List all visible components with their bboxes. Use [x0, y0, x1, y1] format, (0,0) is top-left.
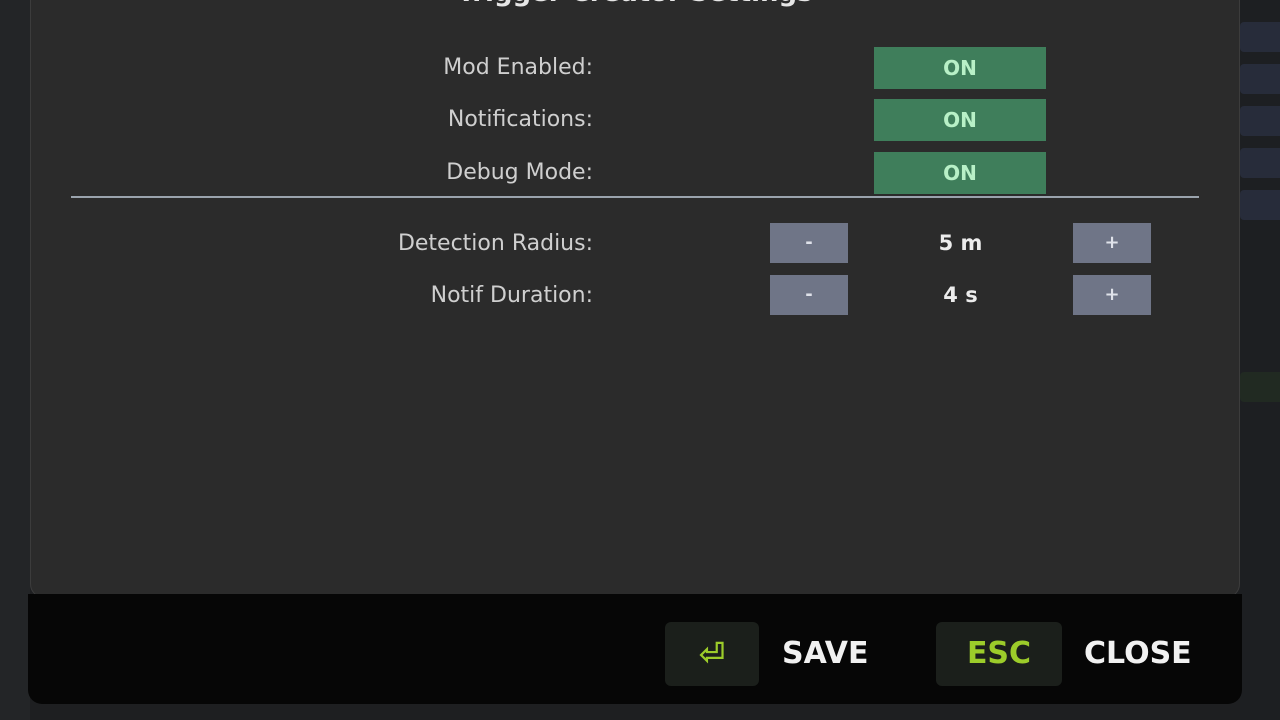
background-list-item	[1240, 22, 1280, 52]
save-button[interactable]: SAVE	[782, 622, 869, 686]
detection-radius-increase-button[interactable]: +	[1073, 223, 1151, 263]
esc-key-badge[interactable]: ESC	[936, 622, 1062, 686]
modal-title: Trigger Creator Settings	[31, 0, 1239, 13]
setting-label: Mod Enabled:	[443, 55, 593, 80]
setting-row-notif-duration: Notif Duration: - 4 s +	[31, 275, 1241, 317]
close-button[interactable]: CLOSE	[1084, 622, 1192, 686]
setting-row-detection-radius: Detection Radius: - 5 m +	[31, 223, 1241, 265]
notif-duration-value: 4 s	[943, 283, 978, 307]
mod-enabled-toggle[interactable]: ON	[874, 47, 1046, 89]
background-list-item	[1240, 190, 1280, 220]
setting-row-debug-mode: Debug Mode: ON	[31, 152, 1241, 194]
notif-duration-decrease-button[interactable]: -	[770, 275, 848, 315]
setting-row-mod-enabled: Mod Enabled: ON	[31, 47, 1241, 89]
debug-mode-toggle[interactable]: ON	[874, 152, 1046, 194]
enter-key-icon[interactable]: ⏎	[665, 622, 759, 686]
notifications-toggle[interactable]: ON	[874, 99, 1046, 141]
setting-label: Debug Mode:	[446, 160, 593, 185]
background-app-left	[0, 0, 30, 720]
background-list-item	[1240, 64, 1280, 94]
background-list-item	[1240, 372, 1280, 402]
background-list-item	[1240, 106, 1280, 136]
setting-label: Notif Duration:	[430, 283, 593, 308]
section-divider	[71, 196, 1199, 198]
background-list-item	[1240, 148, 1280, 178]
notif-duration-increase-button[interactable]: +	[1073, 275, 1151, 315]
background-app-right	[1240, 0, 1280, 720]
settings-modal: Trigger Creator Settings Mod Enabled: ON…	[30, 0, 1240, 598]
detection-radius-value: 5 m	[938, 231, 983, 255]
modal-footer: ⏎ SAVE ESC CLOSE	[28, 594, 1242, 704]
setting-row-notifications: Notifications: ON	[31, 99, 1241, 141]
setting-label: Detection Radius:	[397, 231, 593, 256]
setting-label: Notifications:	[447, 107, 593, 132]
detection-radius-decrease-button[interactable]: -	[770, 223, 848, 263]
